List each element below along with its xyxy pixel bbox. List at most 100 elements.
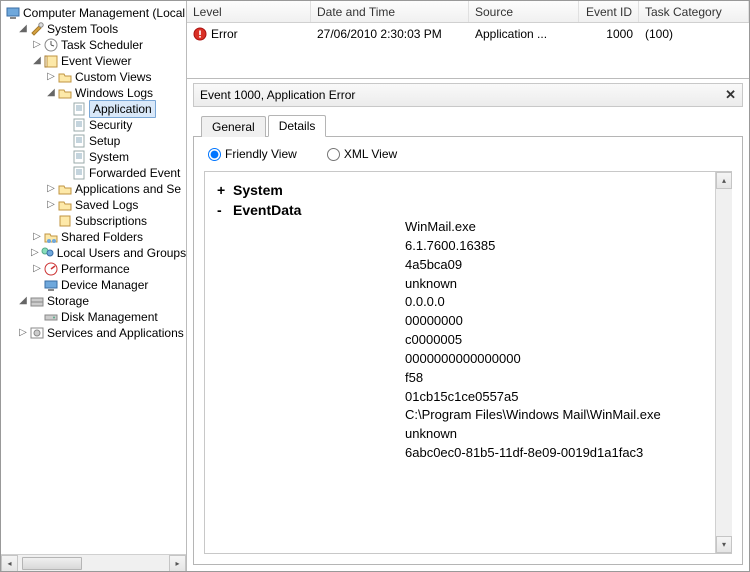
tree-saved-logs[interactable]: ▷ Saved Logs — [5, 197, 186, 213]
collapse-icon[interactable]: - — [217, 202, 233, 218]
expander-closed-icon[interactable]: ▷ — [31, 37, 43, 53]
eventdata-values: WinMail.exe6.1.7600.163854a5bca09unknown… — [405, 218, 720, 463]
radio-input[interactable] — [327, 148, 340, 161]
tree-log-application[interactable]: Application — [5, 101, 186, 117]
scroll-thumb[interactable] — [22, 557, 82, 570]
tree-log-forwarded[interactable]: Forwarded Event — [5, 165, 186, 181]
eventdata-value: unknown — [405, 275, 720, 294]
tree-label: Performance — [61, 261, 130, 277]
expander-closed-icon[interactable]: ▷ — [31, 245, 39, 261]
horizontal-scrollbar[interactable]: ◂ ▸ — [1, 554, 186, 571]
log-icon — [71, 149, 87, 165]
navigation-tree[interactable]: Computer Management (Local ◢ System Tool… — [1, 1, 186, 554]
tab-general[interactable]: General — [201, 116, 266, 137]
eventdata-value: 6.1.7600.16385 — [405, 237, 720, 256]
tree-task-scheduler[interactable]: ▷ Task Scheduler — [5, 37, 186, 53]
scroll-down-button[interactable]: ▾ — [716, 536, 732, 553]
eventdata-value: 0000000000000000 — [405, 350, 720, 369]
close-icon[interactable]: ✕ — [725, 87, 736, 103]
scroll-right-button[interactable]: ▸ — [169, 555, 186, 572]
tree-device-manager[interactable]: Device Manager — [5, 277, 186, 293]
tree-services-apps[interactable]: ▷ Services and Applications — [5, 325, 186, 341]
tree-label: Applications and Se — [75, 181, 181, 197]
expander-closed-icon[interactable]: ▷ — [31, 229, 43, 245]
tree-disk-management[interactable]: Disk Management — [5, 309, 186, 325]
radio-label: Friendly View — [225, 147, 297, 161]
tree-root-computer-management[interactable]: Computer Management (Local — [5, 5, 186, 21]
tree-label: Forwarded Event — [89, 165, 180, 181]
column-level[interactable]: Level — [187, 1, 311, 22]
expander-closed-icon[interactable]: ▷ — [17, 325, 29, 341]
eventdata-value: 6abc0ec0-81b5-11df-8e09-0019d1a1fac3 — [405, 444, 720, 463]
event-row[interactable]: Error 27/06/2010 2:30:03 PM Application … — [187, 23, 749, 43]
tree-label: System — [89, 149, 129, 165]
eventdata-value: WinMail.exe — [405, 218, 720, 237]
radio-friendly-view[interactable]: Friendly View — [208, 147, 297, 161]
eventdata-value: c0000005 — [405, 331, 720, 350]
vertical-scrollbar[interactable]: ▴ ▾ — [715, 172, 732, 553]
clock-icon — [43, 37, 59, 53]
eventdata-value: 00000000 — [405, 312, 720, 331]
detail-title-bar: Event 1000, Application Error ✕ — [193, 83, 743, 107]
radio-xml-view[interactable]: XML View — [327, 147, 397, 161]
tree-log-security[interactable]: Security — [5, 117, 186, 133]
expander-closed-icon[interactable]: ▷ — [31, 261, 43, 277]
error-icon — [193, 27, 207, 41]
tree-label: Security — [89, 117, 132, 133]
tree-shared-folders[interactable]: ▷ Shared Folders — [5, 229, 186, 245]
disk-icon — [43, 309, 59, 325]
folder-icon — [57, 69, 73, 85]
content-pane: Level Date and Time Source Event ID Task… — [187, 1, 749, 571]
tree-label: Computer Management (Local — [23, 5, 185, 21]
tree-label: Windows Logs — [75, 85, 153, 101]
scroll-track[interactable] — [18, 555, 169, 572]
event-viewer-icon — [43, 53, 59, 69]
log-icon — [71, 117, 87, 133]
event-list: Level Date and Time Source Event ID Task… — [187, 1, 749, 79]
expander-open-icon[interactable]: ◢ — [17, 293, 29, 309]
scroll-up-button[interactable]: ▴ — [716, 172, 732, 189]
column-eventid[interactable]: Event ID — [579, 1, 639, 22]
tree-label: Services and Applications — [47, 325, 184, 341]
tree-label: System Tools — [47, 21, 118, 37]
expander-open-icon[interactable]: ◢ — [45, 85, 57, 101]
column-task[interactable]: Task Category — [639, 1, 749, 22]
scroll-track[interactable] — [716, 189, 732, 536]
event-list-header[interactable]: Level Date and Time Source Event ID Task… — [187, 1, 749, 23]
tree-log-setup[interactable]: Setup — [5, 133, 186, 149]
expander-closed-icon[interactable]: ▷ — [45, 181, 57, 197]
cell-task: (100) — [639, 24, 749, 43]
tree-system-tools[interactable]: ◢ System Tools — [5, 21, 186, 37]
tree-label: Event Viewer — [61, 53, 131, 69]
tree-apps-services-logs[interactable]: ▷ Applications and Se — [5, 181, 186, 197]
section-eventdata[interactable]: - EventData — [217, 202, 720, 218]
expander-closed-icon[interactable]: ▷ — [45, 69, 57, 85]
tree-event-viewer[interactable]: ◢ Event Viewer — [5, 53, 186, 69]
section-header: EventData — [233, 202, 301, 218]
tree-windows-logs[interactable]: ◢ Windows Logs — [5, 85, 186, 101]
expander-open-icon[interactable]: ◢ — [31, 53, 43, 69]
eventdata-value: 4a5bca09 — [405, 256, 720, 275]
cell-level: Error — [187, 24, 311, 43]
scroll-left-button[interactable]: ◂ — [1, 555, 18, 572]
column-source[interactable]: Source — [469, 1, 579, 22]
expander-closed-icon[interactable]: ▷ — [45, 197, 57, 213]
tree-performance[interactable]: ▷ Performance — [5, 261, 186, 277]
radio-label: XML View — [344, 147, 397, 161]
tree-custom-views[interactable]: ▷ Custom Views — [5, 69, 186, 85]
computer-icon — [5, 5, 21, 21]
expander-open-icon[interactable]: ◢ — [17, 21, 29, 37]
tree-subscriptions[interactable]: Subscriptions — [5, 213, 186, 229]
expand-icon[interactable]: + — [217, 182, 233, 198]
tab-body: Friendly View XML View + System - EventD… — [193, 137, 743, 565]
tree-storage[interactable]: ◢ Storage — [5, 293, 186, 309]
tree-log-system[interactable]: System — [5, 149, 186, 165]
column-date[interactable]: Date and Time — [311, 1, 469, 22]
tab-details[interactable]: Details — [268, 115, 327, 137]
performance-icon — [43, 261, 59, 277]
tools-icon — [29, 21, 45, 37]
event-data-box: + System - EventData WinMail.exe6.1.7600… — [204, 171, 732, 554]
radio-input[interactable] — [208, 148, 221, 161]
tree-local-users[interactable]: ▷ Local Users and Groups — [5, 245, 186, 261]
section-system[interactable]: + System — [217, 182, 720, 198]
